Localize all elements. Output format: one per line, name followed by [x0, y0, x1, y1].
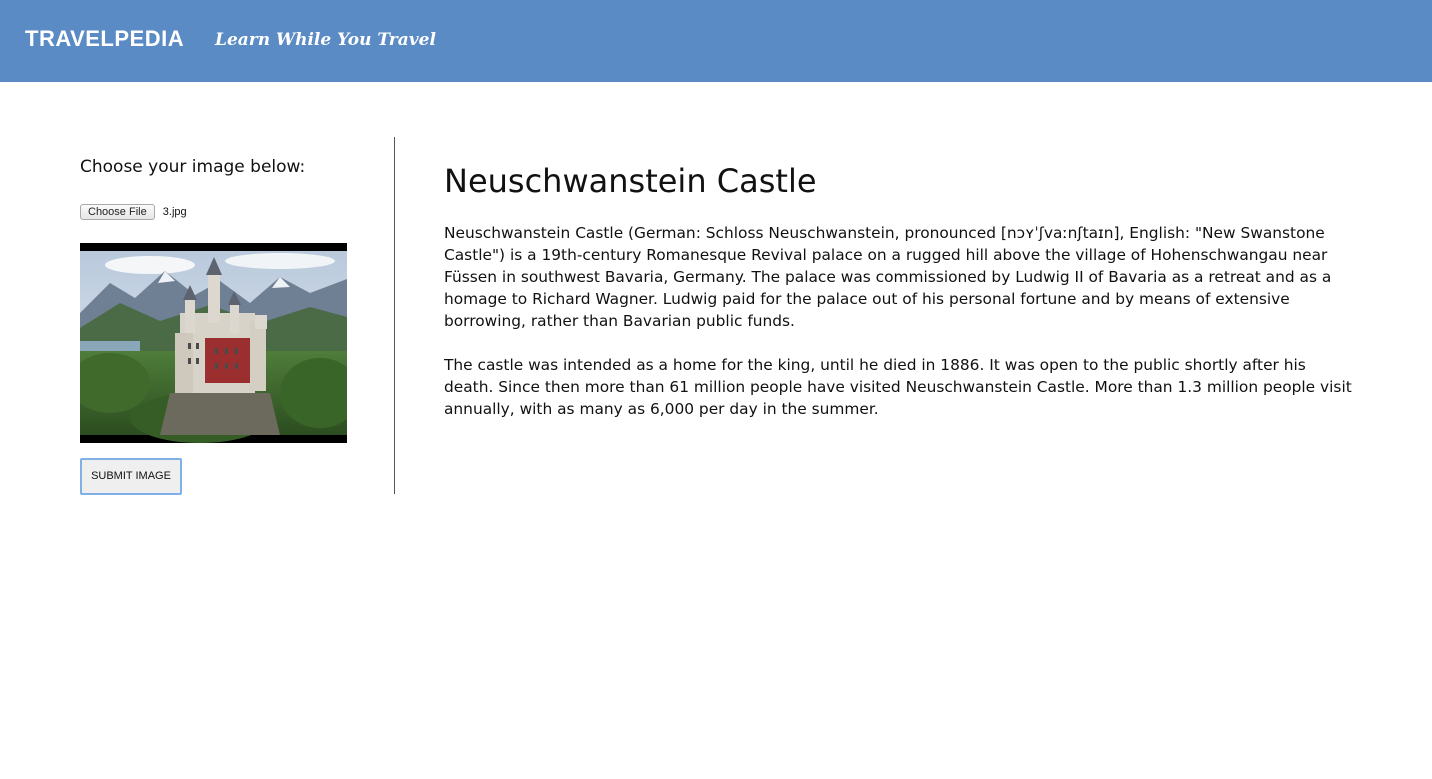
choose-image-label: Choose your image below: — [80, 157, 306, 177]
submit-image-button[interactable]: SUBMIT IMAGE — [80, 458, 182, 495]
brand-logo[interactable]: TRAVELPEDIA — [25, 26, 184, 52]
tagline: Learn While You Travel — [215, 30, 436, 50]
image-preview — [80, 243, 347, 443]
article-title: Neuschwanstein Castle — [444, 162, 817, 200]
file-input[interactable]: Choose File 3.jpg — [80, 201, 187, 220]
castle-photo — [80, 243, 347, 443]
top-header: TRAVELPEDIA Learn While You Travel — [0, 0, 1432, 82]
article: Neuschwanstein Castle Neuschwanstein Cas… — [444, 160, 1359, 420]
article-paragraph: The castle was intended as a home for th… — [444, 356, 1352, 418]
choose-file-button[interactable]: Choose File — [80, 203, 155, 220]
selected-file-name: 3.jpg — [162, 205, 187, 218]
article-paragraph: Neuschwanstein Castle (German: Schloss N… — [444, 224, 1332, 330]
vertical-divider — [394, 137, 395, 494]
